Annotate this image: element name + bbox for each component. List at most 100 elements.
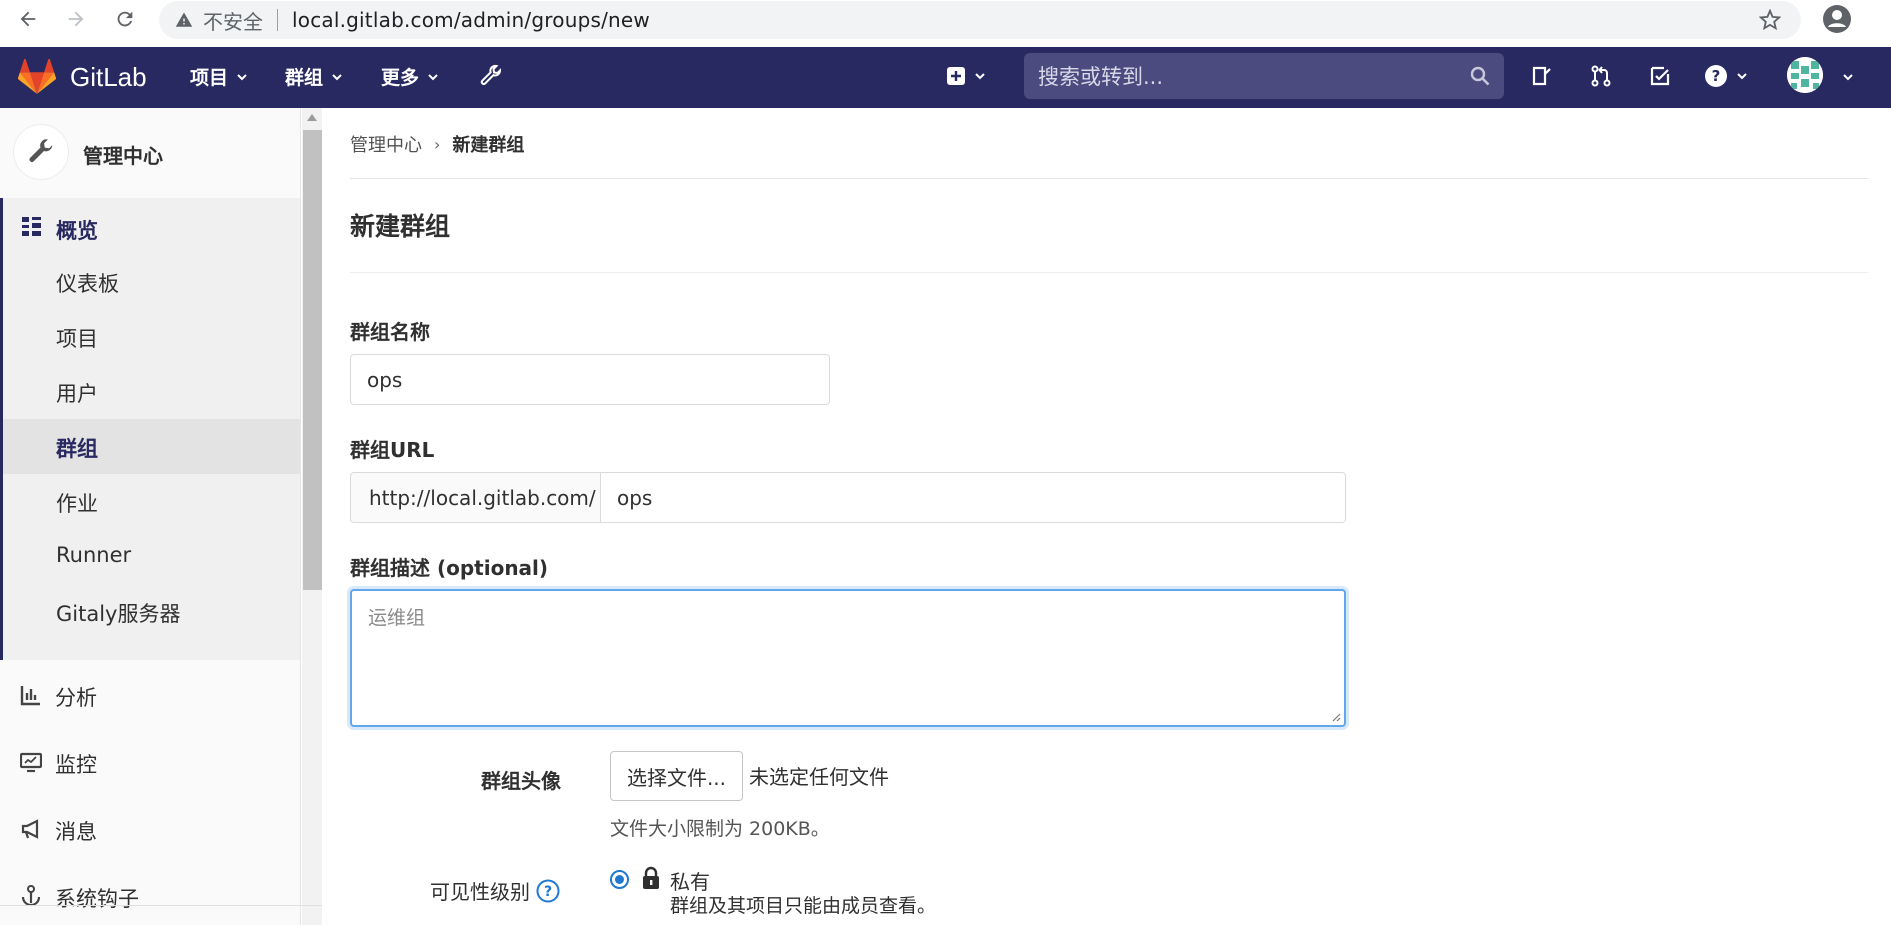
group-name-value: ops (367, 367, 403, 392)
sidebar-item-jobs[interactable]: 作业 (3, 474, 300, 529)
group-description-textarea[interactable]: 运维组 (350, 589, 1346, 727)
choose-file-label: 选择文件... (626, 765, 727, 790)
omnibox-divider (277, 9, 278, 31)
forward-arrow-icon (68, 11, 84, 27)
identicon-icon (1787, 57, 1823, 93)
bookmark-star-icon[interactable] (1759, 9, 1781, 31)
sidebar-item-groups[interactable]: 群组 (3, 419, 300, 474)
description-label-text: 群组描述 (350, 556, 430, 580)
avatar-chevron-down-icon[interactable] (1842, 71, 1854, 83)
sidebar-item-label: 概览 (56, 219, 98, 243)
visibility-label: 可见性级别 ? (430, 876, 560, 905)
chart-icon (20, 686, 40, 706)
sidebar-item-label: 监控 (55, 753, 97, 777)
optional-tag: (optional) (436, 556, 549, 580)
merge-requests-button[interactable] (1588, 63, 1614, 89)
sidebar-item-label: Gitaly服务器 (56, 602, 181, 626)
sidebar-divider (0, 905, 322, 906)
bullhorn-icon (21, 819, 39, 839)
breadcrumb-parent[interactable]: 管理中心 (350, 131, 422, 157)
address-bar[interactable]: 不安全 local.gitlab.com/admin/groups/new (159, 1, 1801, 39)
file-size-help: 文件大小限制为 200KB。 (610, 818, 830, 840)
issues-button[interactable] (1529, 63, 1555, 89)
breadcrumb-current[interactable]: 新建群组 (452, 131, 524, 157)
sidebar-item-label: 项目 (56, 327, 98, 351)
scrollbar-thumb[interactable] (303, 130, 322, 590)
group-url-prefix: http://local.gitlab.com/ (350, 472, 601, 523)
sidebar-item-system-hooks[interactable]: 系统钩子 (0, 868, 300, 924)
sidebar-item-label: 消息 (55, 820, 97, 844)
chevron-down-icon (1737, 73, 1747, 80)
nav-menu-label: 群组 (285, 67, 324, 89)
chevron-down-icon (237, 73, 247, 80)
visibility-private-radio[interactable] (610, 870, 629, 889)
warning-icon (175, 12, 193, 27)
nav-menu-groups[interactable]: 群组 (285, 63, 343, 90)
choose-file-button[interactable]: 选择文件... (610, 751, 743, 801)
chevron-down-icon (428, 73, 438, 80)
security-label: 不安全 (203, 9, 263, 34)
sidebar-item-label: 作业 (56, 492, 98, 516)
new-item-dropdown[interactable] (942, 63, 990, 89)
divider (350, 272, 1868, 273)
sidebar-item-projects[interactable]: 项目 (3, 309, 300, 364)
wrench-icon (29, 139, 53, 162)
back-button[interactable] (16, 7, 40, 31)
user-avatar[interactable] (1787, 57, 1823, 93)
group-name-label: 群组名称 (350, 320, 430, 344)
sidebar-title: 管理中心 (83, 144, 163, 168)
back-arrow-icon (20, 11, 36, 27)
group-name-input[interactable]: ops (350, 354, 830, 405)
sidebar-item-label: 分析 (55, 686, 97, 710)
sidebar-item-dashboard[interactable]: 仪表板 (3, 254, 300, 309)
hook-icon (21, 885, 41, 907)
merge-request-icon (1591, 65, 1611, 87)
sidebar-header[interactable]: 管理中心 (0, 108, 300, 198)
lock-icon (643, 866, 659, 889)
group-avatar-label: 群组头像 (481, 769, 561, 793)
reload-button[interactable] (113, 7, 137, 31)
search-placeholder: 搜索或转到... (1038, 65, 1164, 89)
sidebar-item-label: 群组 (56, 437, 98, 461)
monitor-icon (20, 752, 42, 773)
file-status-text: 未选定任何文件 (749, 765, 889, 789)
svg-text:?: ? (1712, 67, 1721, 85)
admin-wrench-button[interactable] (478, 63, 504, 89)
search-icon (1470, 66, 1490, 86)
resize-grip-icon[interactable] (1329, 710, 1341, 722)
sidebar-item-runners[interactable]: Runner (3, 529, 300, 584)
gitlab-logo[interactable]: GitLab (18, 59, 147, 95)
divider (350, 178, 1868, 179)
admin-avatar (14, 125, 68, 179)
group-description-label: 群组描述 (optional) (350, 552, 548, 581)
browser-profile-icon[interactable] (1822, 4, 1852, 34)
top-navbar: GitLab 项目 群组 更多 搜索或转到... ? (0, 47, 1891, 108)
forward-button[interactable] (64, 7, 88, 31)
sidebar-scrollbar[interactable] (302, 108, 322, 925)
chevron-down-icon (332, 73, 342, 80)
sidebar-item-monitoring[interactable]: 监控 (0, 734, 300, 790)
sidebar-item-gitaly-servers[interactable]: Gitaly服务器 (3, 584, 300, 639)
url-text: local.gitlab.com/admin/groups/new (292, 8, 650, 32)
sidebar-item-users[interactable]: 用户 (3, 364, 300, 419)
help-circle-icon[interactable]: ? (536, 879, 560, 903)
scroll-up-arrow-icon[interactable] (307, 114, 317, 121)
sidebar-item-messages[interactable]: 消息 (0, 801, 300, 857)
nav-menu-more[interactable]: 更多 (381, 63, 439, 90)
todos-button[interactable] (1647, 63, 1673, 89)
group-path-value: ops (617, 485, 653, 510)
nav-menu-label: 项目 (190, 67, 229, 89)
sidebar-item-label: 仪表板 (56, 272, 119, 296)
wrench-icon (480, 64, 502, 85)
search-input[interactable]: 搜索或转到... (1024, 53, 1504, 99)
todo-check-icon (1650, 66, 1670, 86)
sidebar-section-overview: 概览 仪表板 项目 用户 群组 作业 Runner Gitaly服务器 (0, 198, 300, 660)
nav-menu-projects[interactable]: 项目 (190, 63, 248, 90)
sidebar-item-analytics[interactable]: 分析 (0, 667, 300, 723)
group-url-label: 群组URL (350, 438, 435, 462)
sidebar-item-overview[interactable]: 概览 (3, 198, 300, 254)
admin-sidebar: 管理中心 概览 仪表板 项目 用户 群组 作业 Runner Gitaly服务器… (0, 108, 301, 925)
logo-text: GitLab (70, 61, 147, 92)
group-path-input[interactable]: ops (600, 472, 1346, 523)
help-dropdown[interactable]: ? (1702, 63, 1750, 89)
